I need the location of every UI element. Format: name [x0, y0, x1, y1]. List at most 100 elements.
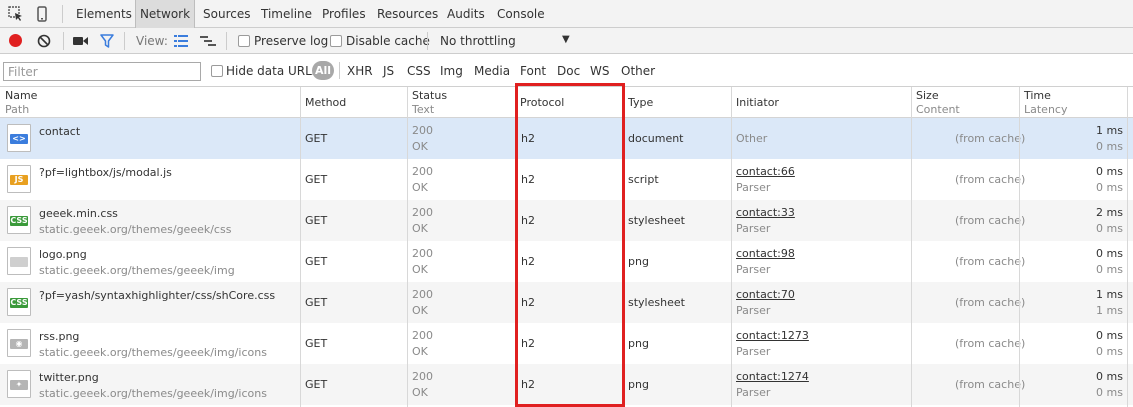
initiator-type: Parser [736, 222, 771, 235]
large-rows-icon[interactable] [174, 35, 188, 47]
initiator-link[interactable]: contact:70 [736, 288, 795, 301]
protocol-value: h2 [521, 173, 535, 186]
table-row[interactable]: <> contact GET 200 OK h2 document Other (from ca… [0, 118, 1133, 159]
filter-type-font[interactable]: Font [520, 64, 546, 78]
latency-value: 0 ms [1096, 140, 1123, 153]
request-name[interactable]: contact [39, 125, 80, 138]
clear-icon[interactable] [37, 34, 51, 48]
type-value: png [628, 337, 649, 350]
time-value: 1 ms [1096, 288, 1123, 301]
filter-type-doc[interactable]: Doc [557, 64, 580, 78]
filter-icon[interactable] [100, 34, 114, 48]
request-method: GET [305, 173, 328, 186]
filter-type-ws[interactable]: WS [590, 64, 609, 78]
latency-value: 1 ms [1096, 304, 1123, 317]
column-header-status[interactable]: Status Text [407, 87, 515, 118]
request-method: GET [305, 378, 328, 391]
table-row[interactable]: logo.png static.geeek.org/themes/geeek/im… [0, 241, 1133, 282]
filter-type-css[interactable]: CSS [407, 64, 431, 78]
hide-data-urls-checkbox[interactable] [211, 65, 223, 77]
tab-profiles[interactable]: Profiles [322, 0, 366, 28]
filter-type-xhr[interactable]: XHR [347, 64, 373, 78]
tab-resources[interactable]: Resources [377, 0, 438, 28]
latency-value: 0 ms [1096, 263, 1123, 276]
protocol-value: h2 [521, 132, 535, 145]
tab-console[interactable]: Console [497, 0, 545, 28]
column-header-protocol[interactable]: Protocol [515, 87, 623, 118]
request-name[interactable]: ?pf=lightbox/js/modal.js [39, 166, 172, 179]
type-value: png [628, 255, 649, 268]
protocol-value: h2 [521, 337, 535, 350]
status-text: OK [412, 304, 428, 317]
column-header-type[interactable]: Type [623, 87, 731, 118]
latency-value: 0 ms [1096, 181, 1123, 194]
view-label: View: [136, 34, 168, 48]
status-text: OK [412, 345, 428, 358]
request-name[interactable]: geeek.min.css [39, 207, 118, 220]
tab-sources[interactable]: Sources [203, 0, 250, 28]
table-row[interactable]: ◉ rss.png static.geeek.org/themes/geeek/im… [0, 323, 1133, 364]
tab-network[interactable]: Network [135, 0, 195, 28]
column-header-name[interactable]: Name Path [0, 87, 300, 118]
table-row[interactable]: CSS geeek.min.css static.geeek.org/themes/… [0, 200, 1133, 241]
initiator-link[interactable]: contact:66 [736, 165, 795, 178]
video-camera-icon[interactable] [73, 35, 89, 47]
initiator-link[interactable]: contact:1273 [736, 329, 809, 342]
initiator-type: Parser [736, 345, 771, 358]
request-name[interactable]: ?pf=yash/syntaxhighlighter/css/shCore.cs… [39, 289, 275, 302]
filter-type-other[interactable]: Other [621, 64, 655, 78]
tab-audits[interactable]: Audits [447, 0, 485, 28]
throttling-value: No throttling [440, 34, 516, 48]
css-file-icon: CSS [7, 288, 31, 316]
filter-type-img[interactable]: Img [440, 64, 463, 78]
request-method: GET [305, 132, 328, 145]
type-value: stylesheet [628, 214, 685, 227]
table-row[interactable]: CSS ?pf=yash/syntaxhighlighter/css/shCore… [0, 282, 1133, 323]
column-header-size[interactable]: Size Content [911, 87, 1019, 118]
protocol-value: h2 [521, 214, 535, 227]
initiator-link[interactable]: contact:33 [736, 206, 795, 219]
inspect-element-icon[interactable] [8, 6, 24, 22]
request-method: GET [305, 255, 328, 268]
type-value: png [628, 378, 649, 391]
device-mode-icon[interactable] [36, 6, 48, 22]
request-name[interactable]: rss.png [39, 330, 79, 343]
js-file-icon: JS [7, 165, 31, 193]
throttling-select[interactable]: No throttling ▼ [440, 34, 575, 48]
status-text: OK [412, 181, 428, 194]
size-value: (from cache) [955, 337, 1026, 350]
status-code: 200 [412, 329, 433, 342]
image-file-icon [7, 247, 31, 275]
devtools-tab-bar: Elements Network Sources Timeline Profil… [0, 0, 1133, 28]
status-code: 200 [412, 288, 433, 301]
filter-type-all[interactable]: All [312, 61, 334, 80]
initiator-link[interactable]: contact:1274 [736, 370, 809, 383]
table-row[interactable]: JS ?pf=lightbox/js/modal.js GET 200 OK h2 scri… [0, 159, 1133, 200]
initiator-type: Parser [736, 263, 771, 276]
preserve-log-checkbox[interactable] [238, 35, 250, 47]
filter-input[interactable] [3, 62, 201, 81]
table-row[interactable]: ✦ twitter.png static.geeek.org/themes/geee… [0, 364, 1133, 405]
time-value: 1 ms [1096, 124, 1123, 137]
tab-timeline[interactable]: Timeline [261, 0, 312, 28]
filter-type-media[interactable]: Media [474, 64, 510, 78]
filter-type-js[interactable]: JS [383, 64, 394, 78]
column-header-method[interactable]: Method [300, 87, 407, 118]
table-header: Name Path Method Status Text Protocol Type… [0, 87, 1133, 118]
initiator-type: Parser [736, 181, 771, 194]
status-code: 200 [412, 370, 433, 383]
request-name[interactable]: twitter.png [39, 371, 99, 384]
column-header-time[interactable]: Time Latency [1019, 87, 1127, 118]
css-file-icon: CSS [7, 206, 31, 234]
record-icon[interactable] [9, 34, 22, 47]
status-text: OK [412, 222, 428, 235]
disable-cache-checkbox[interactable] [330, 35, 342, 47]
request-name[interactable]: logo.png [39, 248, 87, 261]
initiator-link[interactable]: contact:98 [736, 247, 795, 260]
hide-data-urls-label: Hide data URLs [226, 64, 319, 78]
tab-elements[interactable]: Elements [76, 0, 132, 28]
overview-icon[interactable] [200, 35, 216, 47]
size-value: (from cache) [955, 173, 1026, 186]
column-header-initiator[interactable]: Initiator [731, 87, 911, 118]
latency-value: 0 ms [1096, 222, 1123, 235]
